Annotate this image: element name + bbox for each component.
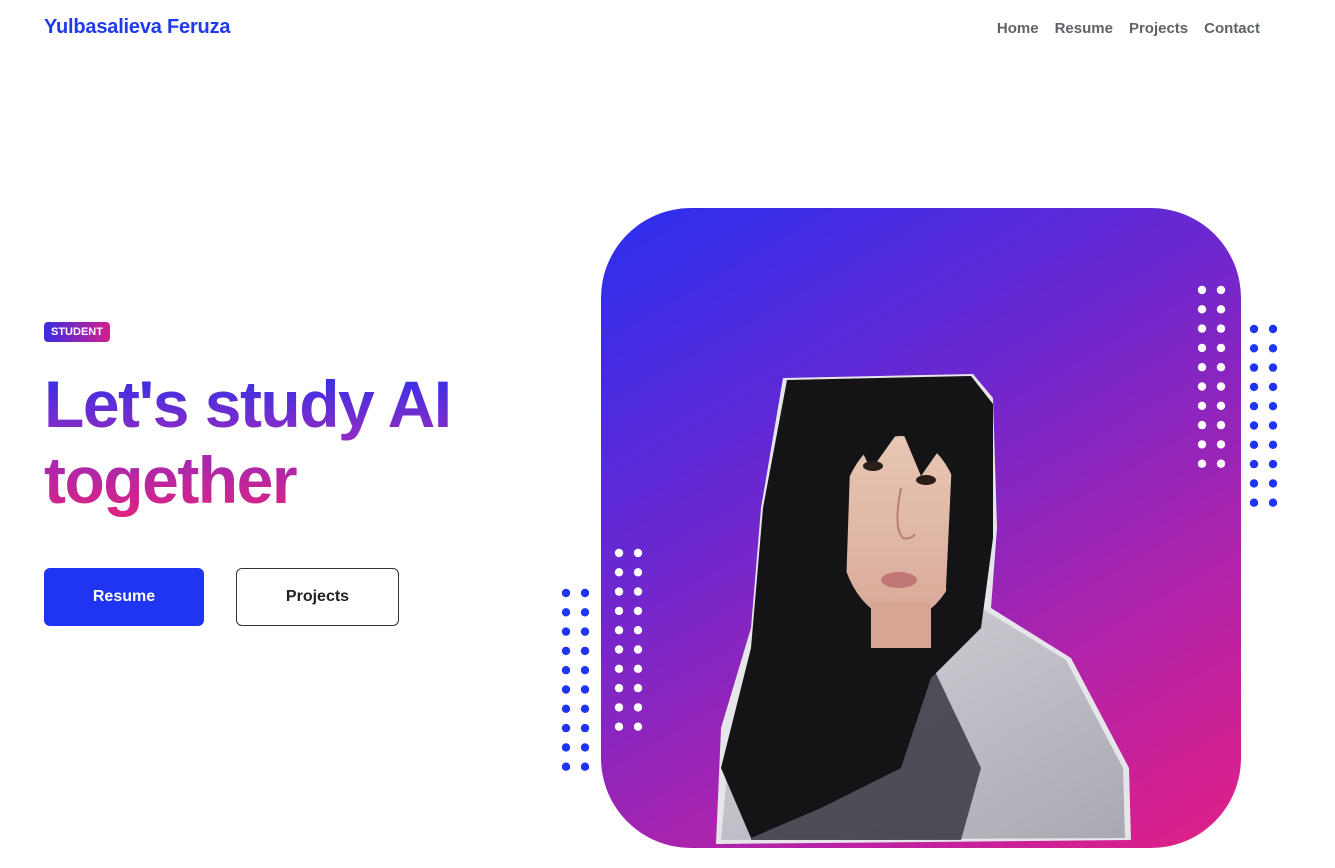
portrait-photo [716,374,1131,844]
dots-white-left [614,548,643,731]
decor-dot [561,685,571,694]
decor-dot [1216,459,1226,468]
decor-dot [580,666,590,675]
decor-dot [561,704,571,713]
decor-dot [614,645,624,654]
decor-dot [1216,305,1226,314]
decor-dot [580,627,590,636]
decor-dot [1268,440,1278,449]
nav-home[interactable]: Home [997,20,1039,37]
main-nav: Home Resume Projects Contact [981,20,1260,37]
decor-dot [1249,363,1259,372]
decor-dot [1216,420,1226,430]
decor-dot [561,723,571,733]
decor-dot [633,683,643,693]
decor-dot [1268,402,1278,411]
decor-dot [1216,343,1226,353]
nav-projects[interactable]: Projects [1129,20,1188,37]
decor-dot [1197,324,1207,333]
decor-dot [580,685,590,694]
nav-resume[interactable]: Resume [1055,20,1113,37]
decor-dot [614,664,624,673]
decor-dot [1268,498,1278,507]
decor-dot [614,703,624,712]
decor-dot [1249,344,1259,353]
decor-dot [614,606,624,616]
decor-dot [1197,343,1207,353]
decor-dot [1216,285,1226,295]
decor-dot [614,587,624,596]
decor-dot [1249,479,1259,488]
decor-dot [1216,363,1226,372]
decor-dot [561,627,571,636]
decor-dot [1216,401,1226,410]
decor-dot [580,743,590,752]
decor-dot [1268,363,1278,372]
decor-dot [1249,382,1259,392]
student-badge: STUDENT [44,322,110,342]
decor-dot [1249,440,1259,449]
dots-blue-right [1249,324,1278,507]
decor-dot [633,587,643,596]
decor-dot [580,704,590,713]
resume-button[interactable]: Resume [44,568,204,626]
decor-dot [1197,420,1207,430]
decor-dot [633,626,643,635]
decor-dot [561,608,571,617]
decor-dot [1197,382,1207,391]
decor-dot [1216,440,1226,449]
decor-dot [1268,459,1278,469]
decor-dot [633,703,643,712]
brand-logo-text[interactable]: Yulbasalieva Feruza [44,16,231,39]
decor-dot [561,762,571,771]
decor-dot [580,608,590,617]
decor-dot [561,588,571,598]
decor-dot [614,626,624,635]
decor-dot [1216,382,1226,391]
decor-dot [1268,382,1278,392]
decor-dot [633,548,643,558]
decor-dot [1197,305,1207,314]
decor-dot [1268,344,1278,353]
hero-headline: Let's study AI together [44,366,451,518]
decor-dot [580,588,590,598]
headline-line-2: together [44,443,296,517]
decor-dot [1197,363,1207,372]
decor-dot [633,606,643,616]
decor-dot [1249,498,1259,507]
decor-dot [580,762,590,771]
portfolio-page: Yulbasalieva Feruza Home Resume Projects… [0,0,1335,868]
decor-dot [1249,459,1259,469]
decor-dot [1268,324,1278,334]
decor-dot [1249,421,1259,430]
photo-card [601,208,1241,848]
decor-dot [633,664,643,673]
projects-button[interactable]: Projects [236,568,399,626]
decor-dot [1197,401,1207,410]
nav-contact[interactable]: Contact [1204,20,1260,37]
decor-dot [580,723,590,733]
decor-dot [580,646,590,656]
decor-dot [1249,324,1259,334]
decor-dot [1268,421,1278,430]
decor-dot [1197,440,1207,449]
decor-dot [633,722,643,731]
decor-dot [561,743,571,752]
decor-dot [1197,459,1207,468]
decor-dot [1249,402,1259,411]
decor-dot [633,568,643,577]
decor-dot [1197,285,1207,295]
decor-dot [561,646,571,656]
decor-dot [1216,324,1226,333]
decor-dot [1268,479,1278,488]
decor-dot [614,548,624,558]
decor-dot [614,722,624,731]
dots-white-right [1197,285,1226,468]
decor-dot [561,666,571,675]
dots-blue-left [561,588,590,771]
decor-dot [614,683,624,693]
headline-line-1: Let's study AI [44,367,451,441]
decor-dot [633,645,643,654]
decor-dot [614,568,624,577]
